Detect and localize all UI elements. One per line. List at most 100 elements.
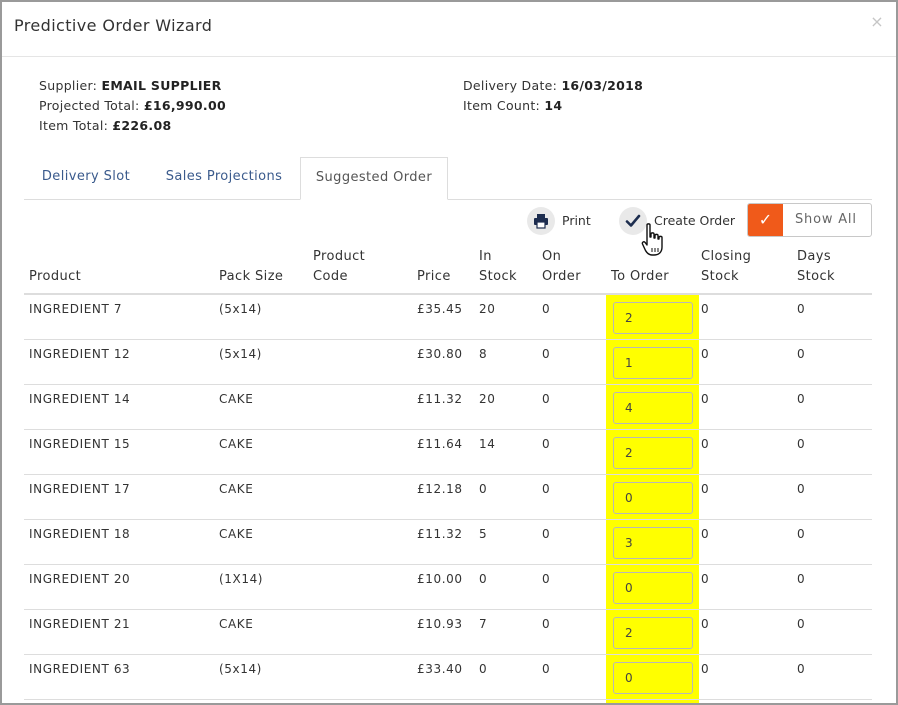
cell-product: INGREDIENT 21: [29, 617, 131, 631]
cell-days-stock: 0: [797, 437, 806, 451]
cell-pack-size: CAKE: [219, 527, 254, 541]
cell-on-order: 0: [542, 527, 551, 541]
item-count-label: Item Count:: [463, 98, 541, 113]
cell-price: £10.93: [417, 617, 463, 631]
supplier-label: Supplier:: [39, 78, 98, 93]
row-divider: [24, 654, 872, 655]
item-count-value: 14: [544, 98, 563, 113]
cell-pack-size: (5x14): [219, 347, 262, 361]
cell-price: £30.80: [417, 347, 463, 361]
cell-pack-size: (5x14): [219, 662, 262, 676]
cell-pack-size: CAKE: [219, 392, 254, 406]
show-all-label: Show All: [795, 212, 857, 227]
cell-pack-size: (5x14): [219, 302, 262, 316]
modal-title: Predictive Order Wizard: [14, 16, 213, 35]
cell-pack-size: CAKE: [219, 617, 254, 631]
to-order-input[interactable]: [613, 527, 693, 559]
to-order-input[interactable]: [613, 347, 693, 379]
cell-in-stock: 7: [479, 617, 488, 631]
supplier-row: Supplier: EMAIL SUPPLIER: [39, 76, 226, 96]
cell-in-stock: 20: [479, 302, 496, 316]
cell-days-stock: 0: [797, 392, 806, 406]
header-product-code-line1: Product: [313, 249, 366, 264]
cell-price: £33.40: [417, 662, 463, 676]
modal-header: Predictive Order Wizard ×: [2, 2, 896, 57]
show-all-toggle[interactable]: ✓ Show All: [747, 203, 872, 237]
header-closing-stock-line2: Stock: [701, 269, 739, 284]
delivery-date-row: Delivery Date: 16/03/2018: [463, 76, 643, 96]
cell-on-order: 0: [542, 662, 551, 676]
header-product-code-line2: Code: [313, 269, 348, 284]
cell-product: INGREDIENT 63: [29, 662, 131, 676]
cell-days-stock: 0: [797, 662, 806, 676]
header-days-stock-line2: Stock: [797, 269, 835, 284]
cell-pack-size: (1X14): [219, 572, 264, 586]
header-divider: [24, 293, 872, 295]
close-icon[interactable]: ×: [868, 12, 886, 32]
cell-days-stock: 0: [797, 302, 806, 316]
tab-sales-projections[interactable]: Sales Projections: [156, 157, 292, 198]
cell-product: INGREDIENT 7: [29, 302, 123, 316]
row-divider: [24, 519, 872, 520]
cell-on-order: 0: [542, 572, 551, 586]
tab-delivery-slot[interactable]: Delivery Slot: [30, 157, 142, 198]
to-order-input[interactable]: [613, 617, 693, 649]
header-pack-size: Pack Size: [219, 269, 284, 284]
summary-right: Delivery Date: 16/03/2018 Item Count: 14: [463, 76, 643, 116]
cell-on-order: 0: [542, 392, 551, 406]
to-order-input[interactable]: [613, 392, 693, 424]
item-count-row: Item Count: 14: [463, 96, 643, 116]
cell-on-order: 0: [542, 437, 551, 451]
summary-left: Supplier: EMAIL SUPPLIER Projected Total…: [39, 76, 226, 136]
tab-suggested-order[interactable]: Suggested Order: [300, 157, 448, 200]
to-order-input[interactable]: [613, 302, 693, 334]
cell-closing-stock: 0: [701, 617, 710, 631]
cell-price: £10.00: [417, 572, 463, 586]
cell-in-stock: 0: [479, 482, 488, 496]
cell-in-stock: 20: [479, 392, 496, 406]
cell-closing-stock: 0: [701, 437, 710, 451]
projected-total-label: Projected Total:: [39, 98, 140, 113]
cell-on-order: 0: [542, 347, 551, 361]
cell-in-stock: 14: [479, 437, 496, 451]
header-on-order-line1: On: [542, 249, 562, 264]
cell-closing-stock: 0: [701, 572, 710, 586]
cell-days-stock: 0: [797, 482, 806, 496]
cell-in-stock: 0: [479, 662, 488, 676]
cell-days-stock: 0: [797, 527, 806, 541]
supplier-value: EMAIL SUPPLIER: [101, 78, 222, 93]
cell-closing-stock: 0: [701, 527, 710, 541]
cell-product: INGREDIENT 14: [29, 392, 131, 406]
cell-closing-stock: 0: [701, 392, 710, 406]
cell-price: £11.32: [417, 527, 463, 541]
cell-days-stock: 0: [797, 572, 806, 586]
cell-price: £11.32: [417, 392, 463, 406]
cell-in-stock: 8: [479, 347, 488, 361]
delivery-date-label: Delivery Date:: [463, 78, 558, 93]
to-order-input[interactable]: [613, 572, 693, 604]
create-order-button[interactable]: Create Order: [619, 207, 737, 235]
cell-on-order: 0: [542, 302, 551, 316]
cell-price: £11.64: [417, 437, 463, 451]
header-in-stock-line1: In: [479, 249, 492, 264]
cell-on-order: 0: [542, 482, 551, 496]
to-order-input[interactable]: [613, 437, 693, 469]
cell-product: INGREDIENT 17: [29, 482, 131, 496]
row-divider: [24, 609, 872, 610]
row-divider: [24, 384, 872, 385]
cell-product: INGREDIENT 18: [29, 527, 131, 541]
row-divider: [24, 474, 872, 475]
show-all-checkbox-icon[interactable]: ✓: [748, 204, 783, 236]
cell-on-order: 0: [542, 617, 551, 631]
print-button[interactable]: Print: [527, 207, 595, 235]
row-divider: [24, 339, 872, 340]
to-order-input[interactable]: [613, 662, 693, 694]
item-total-label: Item Total:: [39, 118, 109, 133]
cell-closing-stock: 0: [701, 662, 710, 676]
to-order-input[interactable]: [613, 482, 693, 514]
cell-closing-stock: 0: [701, 302, 710, 316]
cell-closing-stock: 0: [701, 347, 710, 361]
hand-cursor-icon: [641, 222, 669, 260]
header-to-order: To Order: [611, 269, 669, 284]
item-total-value: £226.08: [112, 118, 172, 133]
